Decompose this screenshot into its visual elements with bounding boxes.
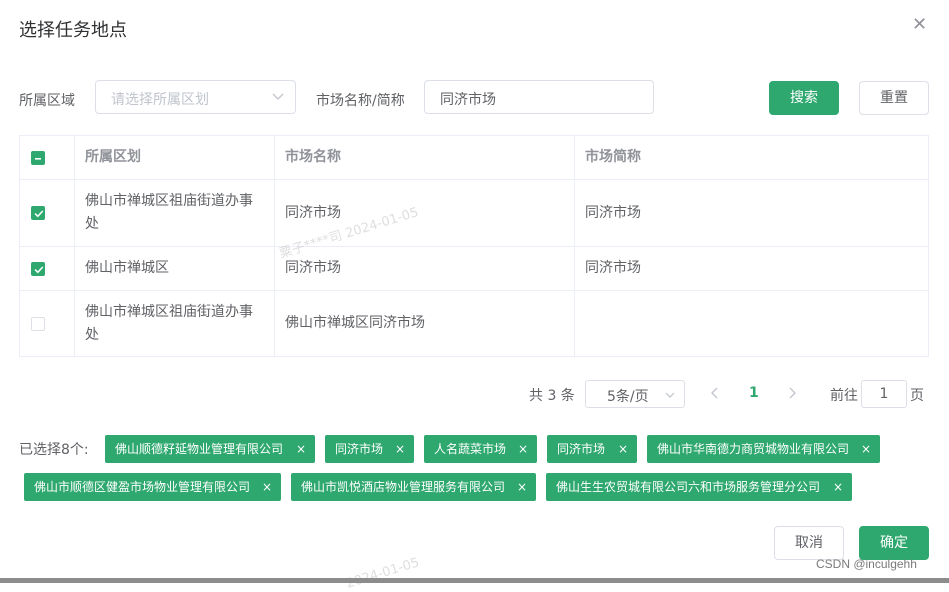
cell-name: 同济市场 [275,180,575,246]
tag-label: 佛山生生农贸城有限公司六和市场服务管理分公司 [556,480,821,494]
selected-tag: 佛山市华南德力商贸城物业有限公司 × [647,435,880,463]
tag-close-icon[interactable]: × [296,435,306,463]
tag-label: 同济市场 [335,442,384,456]
table-row[interactable]: 佛山市禅城区祖庙街道办事处 佛山市禅城区同济市场 [20,291,928,356]
tag-label: 佛山顺德籽延物业管理有限公司 [115,442,284,456]
row-checkbox-cell [20,247,75,290]
confirm-button[interactable]: 确定 [859,526,929,560]
region-label: 所属区域 [19,93,75,109]
selected-tag: 佛山生生农贸城有限公司六和市场服务管理分公司 × [546,473,852,501]
header-short: 市场简称 [585,149,641,165]
selected-tag: 同济市场 × [325,435,414,463]
tag-label: 人名蔬菜市场 [434,442,507,456]
header-name: 市场名称 [275,136,575,179]
cell-short: 同济市场 [585,260,641,276]
page-size-value: 5条/页 [607,389,649,405]
cell-short [575,291,928,356]
tag-close-icon[interactable]: × [517,473,527,501]
table-row[interactable]: 佛山市禅城区 同济市场 同济市场 [20,247,928,291]
row-checkbox[interactable] [31,206,45,220]
page-bottom-edge [0,578,949,583]
row-checkbox-cell [20,180,75,246]
close-icon[interactable]: ✕ [912,14,927,36]
region-select[interactable]: 请选择所属区划 [95,80,296,114]
goto-suffix: 页 [910,388,924,404]
goto-prefix: 前往 [830,388,858,404]
tag-close-icon[interactable]: × [833,473,843,501]
row-checkbox-cell [20,291,75,356]
selected-tag: 佛山市顺德区健盈市场物业管理有限公司 × [24,473,281,501]
selected-count-label: 已选择8个: [19,442,89,458]
csdn-watermark: CSDN @inculgehh [816,557,917,571]
chevron-down-icon [665,392,675,398]
tag-close-icon[interactable]: × [518,435,528,463]
dialog-title: 选择任务地点 [19,20,127,41]
tag-close-icon[interactable]: × [395,435,405,463]
table-header-row: 所属区划 市场名称 市场简称 [20,136,928,180]
tag-label: 佛山市顺德区健盈市场物业管理有限公司 [34,480,251,494]
cell-region: 佛山市禅城区祖庙街道办事处 [75,180,275,246]
tag-close-icon[interactable]: × [262,473,272,501]
cancel-button[interactable]: 取消 [774,526,844,560]
tag-close-icon[interactable]: × [861,435,871,463]
tag-label: 佛山市华南德力商贸城物业有限公司 [657,442,850,456]
prev-page-icon[interactable] [709,386,721,400]
chevron-down-icon [272,93,284,100]
cell-name: 佛山市禅城区同济市场 [275,291,575,356]
tag-close-icon[interactable]: × [618,435,628,463]
select-all-cell [20,136,75,179]
tag-label: 佛山市凯悦酒店物业管理服务有限公司 [301,480,506,494]
select-all-checkbox[interactable] [31,150,45,165]
pager-total: 共 3 条 [529,388,575,404]
selected-tag: 佛山市凯悦酒店物业管理服务有限公司 × [291,473,536,501]
reset-button[interactable]: 重置 [859,81,929,115]
goto-page-input[interactable]: 1 [861,380,907,408]
select-location-dialog: 选择任务地点 ✕ 所属区域 请选择所属区划 市场名称/简称 同济市场 搜索 重置… [0,0,949,592]
row-checkbox[interactable] [31,261,45,276]
next-page-icon[interactable] [786,386,798,400]
watermark-text: 2024-01-05 [344,555,422,592]
selected-tag: 人名蔬菜市场 × [424,435,537,463]
table-row[interactable]: 佛山市禅城区祖庙街道办事处 同济市场 同济市场 [20,180,928,247]
cell-region: 佛山市禅城区祖庙街道办事处 [75,291,275,356]
header-region: 所属区划 [75,136,275,179]
market-search-input[interactable]: 同济市场 [424,80,654,114]
tag-label: 同济市场 [557,442,606,456]
search-button[interactable]: 搜索 [769,81,839,115]
selected-tag: 同济市场 × [547,435,637,463]
cell-name: 同济市场 [275,247,575,290]
region-placeholder: 请选择所属区划 [111,92,209,108]
row-checkbox[interactable] [31,316,45,331]
current-page[interactable]: 1 [749,385,759,401]
market-label: 市场名称/简称 [316,93,405,109]
selected-tag: 佛山顺德籽延物业管理有限公司 × [105,435,315,463]
cell-region: 佛山市禅城区 [75,247,275,290]
market-table: 所属区划 市场名称 市场简称 佛山市禅城区祖庙街道办事处 同济市场 同济市场 佛… [19,135,929,357]
page-size-select[interactable]: 5条/页 [585,380,685,408]
cell-short: 同济市场 [585,204,641,221]
